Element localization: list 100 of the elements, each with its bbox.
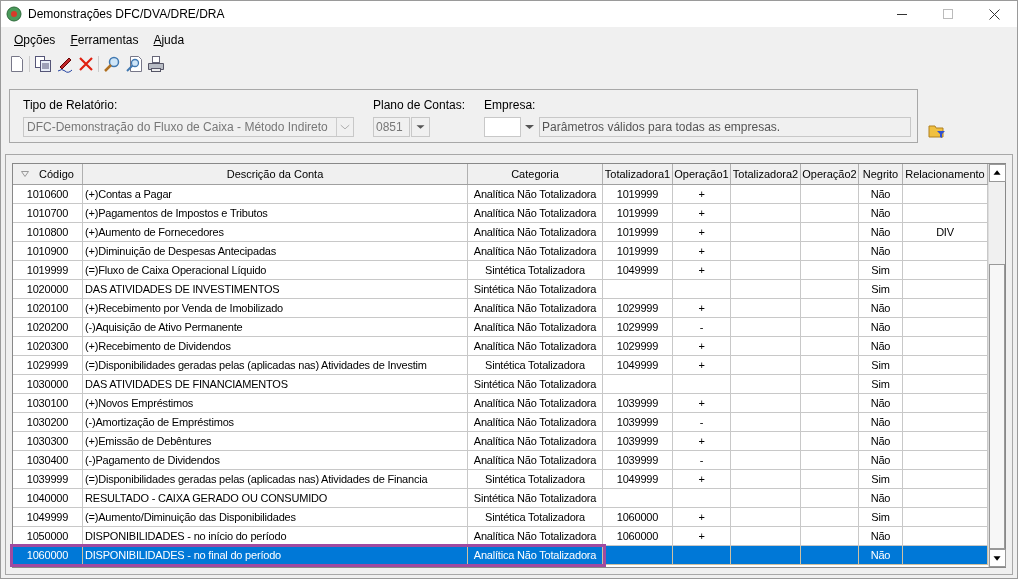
table-cell-text: - [699, 319, 704, 335]
pencil-icon[interactable] [56, 55, 74, 73]
table-row[interactable]: 1010900 (+)Diminuição de Despesas Antecipadas Analítica Não Totalizadora 1019999 + Não [13, 242, 988, 261]
table-cell-text: + [698, 205, 705, 221]
scroll-down-icon[interactable] [989, 549, 1006, 567]
table-cell-text: + [698, 243, 705, 259]
table-row[interactable]: 1010700 (+)Pagamentos de Impostos e Tributos Analítica Não Totalizadora 1019999 + Não [13, 204, 988, 223]
company-description-field: Parâmetros válidos para todas as empresas. [539, 117, 912, 137]
table-cell-text: 1020300 [26, 338, 69, 354]
copy-icon[interactable] [34, 55, 52, 73]
table-row[interactable]: 1020200 (-)Aquisição de Ativo Permanente Analítica Não Totalizadora 1029999 - Não [13, 318, 988, 337]
table-row[interactable]: 1030400 (-)Pagamento de Dividendos Analítica Não Totalizadora 1039999 - Não [13, 451, 988, 470]
table-cell-text: RESULTADO - CAIXA GERADO OU CONSUMIDO [85, 490, 328, 506]
table-cell-text: (-)Pagamento de Dividendos [85, 452, 220, 468]
table-cell-text: Não [870, 205, 891, 221]
table-cell-text: Analítica Não Totalizadora [473, 338, 597, 354]
column-header[interactable]: Operação2 [801, 164, 859, 184]
table-cell-text: 1019999 [26, 262, 69, 278]
table-row[interactable]: 1029999 (=)Disponibilidades geradas pelas (aplicadas nas) Atividades de Investim Sintética Totalizadora 1049999 + Sim [13, 356, 988, 375]
folder-filter-icon[interactable] [928, 123, 946, 139]
field-label: Plano de Contas: [373, 97, 466, 114]
table-cell-text: Sintética Totalizadora [485, 357, 585, 373]
new-document-icon[interactable] [9, 55, 25, 73]
field-label: Tipo de Relatório: [23, 97, 119, 114]
table-cell-text: 1039999 [616, 414, 659, 430]
table-cell-text: Sim [871, 376, 890, 392]
scroll-up-icon[interactable] [989, 164, 1006, 182]
table-cell-text: 1060000 [616, 509, 659, 525]
table-cell-text: Sim [871, 281, 890, 297]
table-cell-text: + [698, 509, 705, 525]
table-row[interactable]: 1019999 (=)Fluxo de Caixa Operacional Líquido Sintética Totalizadora 1049999 + Sim [13, 261, 988, 280]
table-cell-text: + [698, 338, 705, 354]
close-icon[interactable] [988, 8, 1000, 20]
table-cell-text: + [698, 471, 705, 487]
table-cell-text: Sim [871, 262, 890, 278]
table-cell-text: - [699, 414, 704, 430]
table-cell-text: 1010800 [26, 224, 69, 240]
table-cell-text: Não [870, 319, 891, 335]
table-row[interactable]: 1030100 (+)Novos Empréstimos Analítica Não Totalizadora 1039999 + Não [13, 394, 988, 413]
company-field[interactable] [484, 117, 522, 137]
table-cell-text: Sintética Totalizadora [485, 262, 585, 278]
table-cell-text: (+)Aumento de Fornecedores [85, 224, 224, 240]
table-cell-text: 1029999 [26, 357, 69, 373]
minimize-icon[interactable] [897, 13, 907, 15]
column-header[interactable]: Totalizadora1 [603, 164, 673, 184]
table-row[interactable]: 1020300 (+)Recebimento de Dividendos Analítica Não Totalizadora 1029999 + Não [13, 337, 988, 356]
table-cell-text: + [698, 186, 705, 202]
table-cell-text: (+)Emissão de Debêntures [85, 433, 212, 449]
column-header[interactable]: Categoria [468, 164, 603, 184]
table-cell-text: Analítica Não Totalizadora [473, 433, 597, 449]
table-cell-text: 1020100 [26, 300, 69, 316]
menu-item[interactable]: Opções [14, 31, 56, 49]
column-header[interactable]: Operação1 [673, 164, 731, 184]
table-row[interactable]: 1030300 (+)Emissão de Debêntures Analítica Não Totalizadora 1039999 + Não [13, 432, 988, 451]
table-cell-text: Analítica Não Totalizadora [473, 547, 597, 563]
find-document-icon[interactable] [125, 55, 143, 73]
table-cell-text: Analítica Não Totalizadora [473, 319, 597, 335]
table-cell-text: (-)Aquisição de Ativo Permanente [85, 319, 243, 335]
column-header[interactable]: Negrito [859, 164, 903, 184]
table-cell-text: Analítica Não Totalizadora [473, 243, 597, 259]
table-row[interactable]: 1030000 DAS ATIVIDADES DE FINANCIAMENTOS Sintética Não Totalizadora Sim [13, 375, 988, 394]
table-cell-text: Analítica Não Totalizadora [473, 186, 597, 202]
table-cell-text: Sim [871, 509, 890, 525]
table-cell-text: DISPONIBILIDADES - no início do período [85, 528, 287, 544]
table-row[interactable]: 1010800 (+)Aumento de Fornecedores Analítica Não Totalizadora 1019999 + Não DIV [13, 223, 988, 242]
table-row[interactable]: 1039999 (=)Disponibilidades geradas pelas (aplicadas nas) Atividades de Financia Sintética Totalizadora 1049999 + Sim [13, 470, 988, 489]
table-row[interactable]: 1010600 (+)Contas a Pagar Analítica Não Totalizadora 1019999 + Não [13, 185, 988, 204]
table-cell-text: 1030200 [26, 414, 69, 430]
table-row[interactable]: 1040000 RESULTADO - CAIXA GERADO OU CONSUMIDO Sintética Não Totalizadora Não [13, 489, 988, 508]
table-cell-text: 1049999 [616, 262, 659, 278]
table-row[interactable]: 1060000 DISPONIBILIDADES - no final do período Analítica Não Totalizadora Não [13, 546, 988, 565]
menu-item[interactable]: Ferramentas [70, 31, 139, 49]
table-cell-text: + [698, 357, 705, 373]
printer-icon[interactable] [147, 55, 165, 73]
table-cell-text: 1039999 [26, 471, 69, 487]
table-cell-text: DISPONIBILIDADES - no final do período [85, 547, 281, 563]
table-cell-text: Não [870, 338, 891, 354]
table-cell-text: 1010600 [26, 186, 69, 202]
search-icon[interactable] [103, 55, 121, 73]
table-cell-text: 1030100 [26, 395, 69, 411]
table-cell-text: Analítica Não Totalizadora [473, 414, 597, 430]
table-row[interactable]: 1030200 (-)Amortização de Empréstimos Analítica Não Totalizadora 1039999 - Não [13, 413, 988, 432]
table-row[interactable]: 1049999 (=)Aumento/Diminuição das Disponibilidades Sintética Totalizadora 1060000 + Sim [13, 508, 988, 527]
column-header[interactable]: Totalizadora2 [731, 164, 801, 184]
window-title: Demonstrações DFC/DVA/DRE/DRA [28, 6, 225, 23]
table-row[interactable]: 1020100 (+)Recebimento por Venda de Imobilizado Analítica Não Totalizadora 1029999 + Não [13, 299, 988, 318]
table-cell-text: Não [870, 186, 891, 202]
table-cell-text: (+)Pagamentos de Impostos e Tributos [85, 205, 268, 221]
table-cell-text: Não [870, 490, 891, 506]
menu-item[interactable]: Ajuda [153, 31, 185, 49]
vertical-scrollbar[interactable] [988, 164, 1005, 567]
table-cell-text: 1030400 [26, 452, 69, 468]
table-cell-text: Sintética Não Totalizadora [473, 490, 597, 506]
column-header[interactable]: Descrição da Conta [83, 164, 468, 184]
table-cell-text: 1010900 [26, 243, 69, 259]
scrollbar-thumb[interactable] [989, 264, 1005, 549]
column-header[interactable]: Código [13, 164, 83, 184]
table-row[interactable]: 1020000 DAS ATIVIDADES DE INVESTIMENTOS Sintética Não Totalizadora Sim [13, 280, 988, 299]
table-cell-text: 1039999 [616, 433, 659, 449]
delete-icon[interactable] [78, 56, 94, 72]
